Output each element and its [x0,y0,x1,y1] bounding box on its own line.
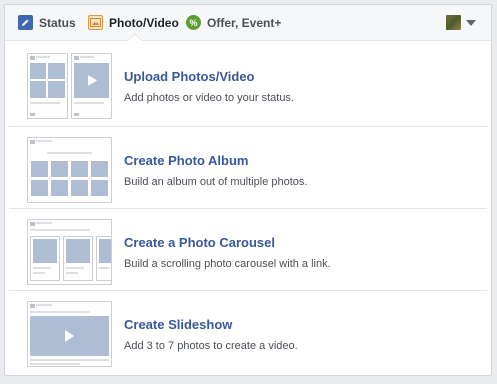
offer-icon: % [186,15,201,30]
composer-panel: Status Photo/Video % Offer, Event+ Uploa… [4,4,492,376]
tab-offer-event[interactable]: % Offer, Event+ [186,5,281,40]
option-title: Create a Photo Carousel [124,235,275,250]
upload-photos-video-illustration [27,53,112,119]
photo-icon [88,15,103,30]
audience-selector[interactable] [446,14,476,31]
option-title: Upload Photos/Video [124,69,255,84]
tab-photo-video-label: Photo/Video [109,15,179,30]
pencil-icon [18,15,33,30]
composer-tab-bar: Status Photo/Video % Offer, Event+ [5,5,491,41]
option-title: Create Slideshow [124,317,233,332]
chevron-down-icon [466,19,476,26]
option-description: Build an album out of multiple photos. [124,176,308,188]
option-upload-photos-video[interactable]: Upload Photos/Video Add photos or video … [5,43,491,125]
photo-album-illustration [27,137,112,203]
slideshow-illustration [27,301,112,367]
option-create-photo-carousel[interactable]: Create a Photo Carousel Build a scrollin… [5,209,491,291]
photo-carousel-illustration [27,219,112,285]
option-description: Add 3 to 7 photos to create a video. [124,340,298,352]
tab-status[interactable]: Status [18,5,76,40]
tab-offer-event-label: Offer, Event+ [207,15,282,30]
option-description: Add photos or video to your status. [124,92,294,104]
avatar [446,15,461,30]
option-create-slideshow[interactable]: Create Slideshow Add 3 to 7 photos to cr… [5,291,491,373]
tab-status-label: Status [39,15,76,30]
option-description: Build a scrolling photo carousel with a … [124,258,331,270]
option-create-photo-album[interactable]: Create Photo Album Build an album out of… [5,127,491,209]
option-title: Create Photo Album [124,153,249,168]
